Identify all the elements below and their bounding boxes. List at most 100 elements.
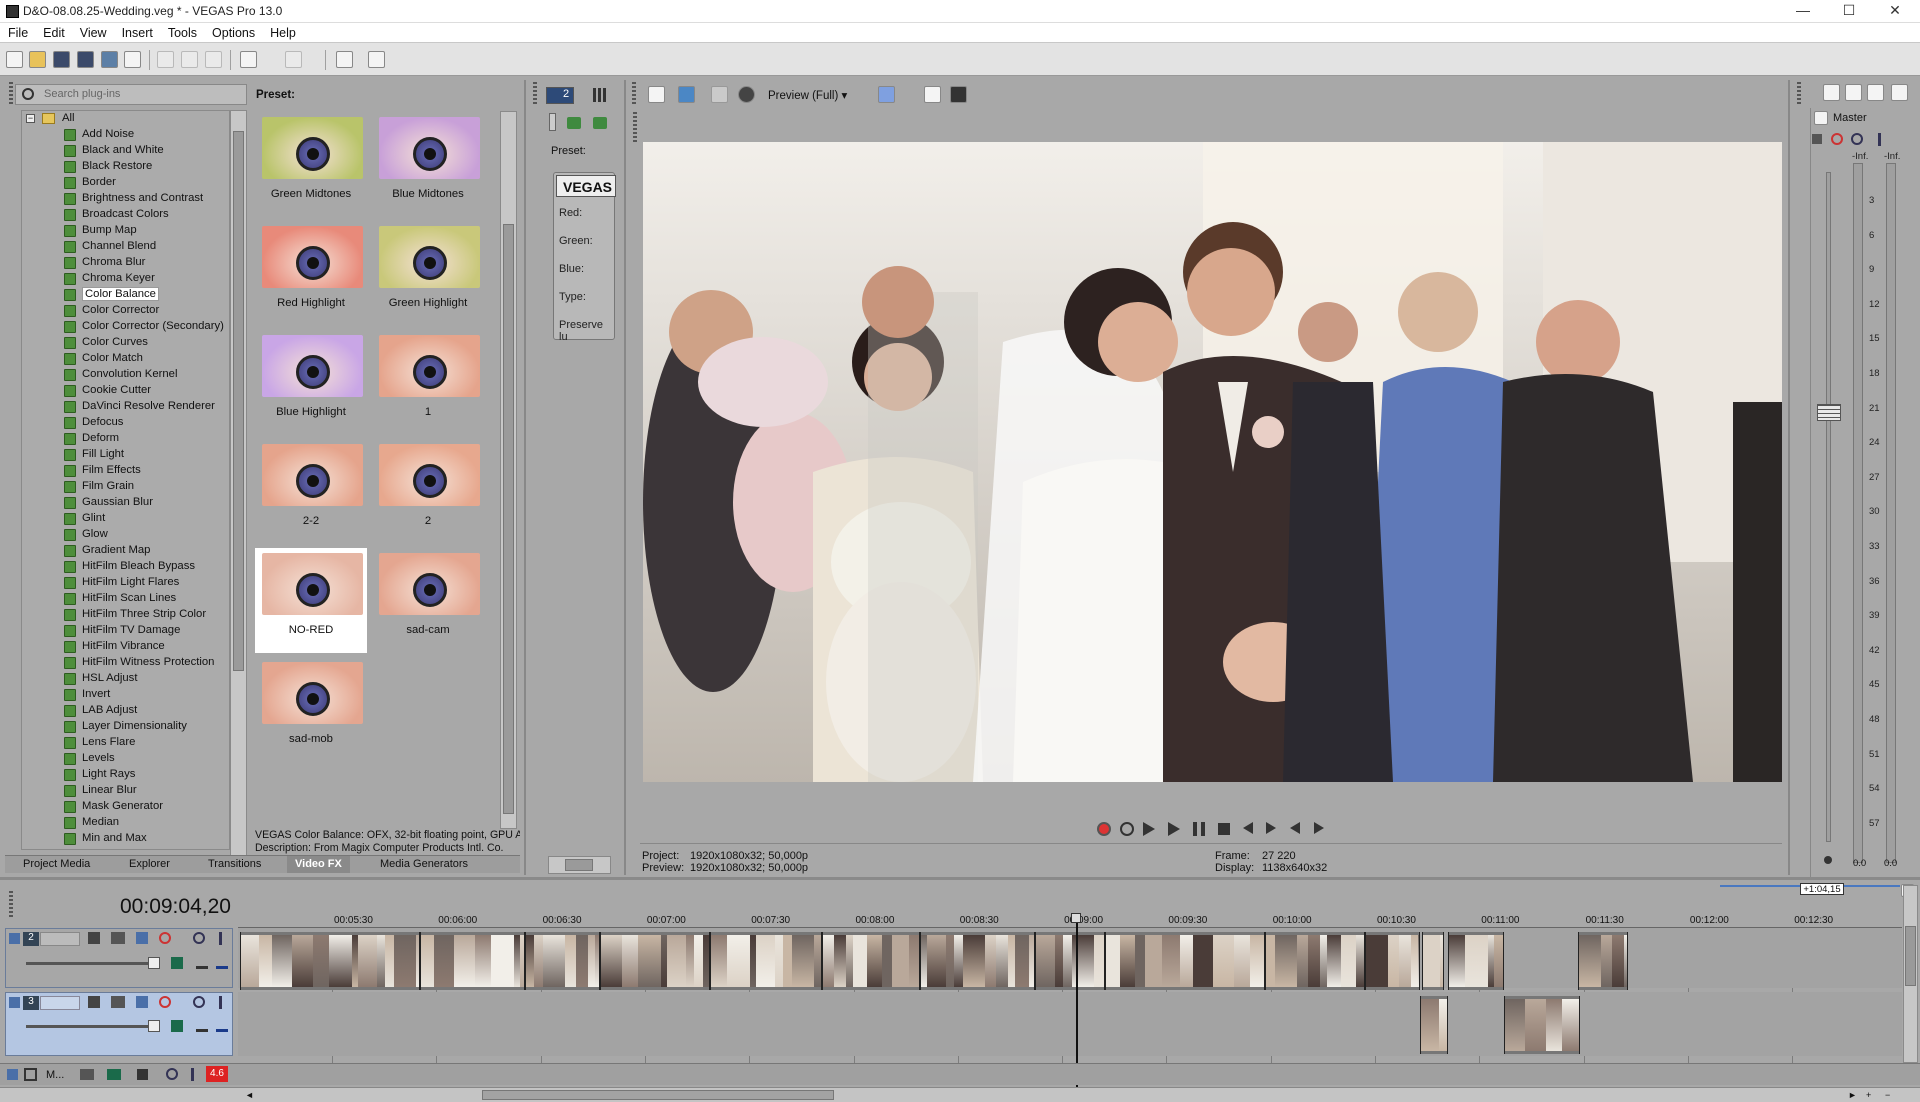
fx-horizontal-scrollbar[interactable]: [548, 856, 611, 874]
track-minimize-icon[interactable]: [9, 997, 20, 1008]
video-clip[interactable]: [1448, 932, 1504, 990]
scrollbar-thumb[interactable]: [565, 859, 593, 871]
plugin-item[interactable]: Mirror: [62, 848, 112, 849]
plugin-item[interactable]: HitFilm Scan Lines: [62, 592, 176, 608]
whats-this-help-icon[interactable]: [368, 51, 385, 68]
bus-minimize-icon[interactable]: [7, 1069, 18, 1080]
video-fx-icon[interactable]: [711, 86, 728, 103]
master-fx-bypass-icon[interactable]: [1831, 133, 1843, 145]
playhead-handle[interactable]: [1071, 913, 1081, 923]
menu-file[interactable]: File: [0, 23, 35, 40]
tab-transitions[interactable]: Transitions: [208, 858, 261, 870]
compositing-mode-icon[interactable]: [136, 932, 148, 944]
compositing-mode-icon[interactable]: [136, 996, 148, 1008]
stop-icon[interactable]: [1218, 823, 1230, 835]
preset-thumbnail[interactable]: NO-RED: [255, 548, 367, 653]
track-minimize-icon[interactable]: [9, 933, 20, 944]
blue-slider-label[interactable]: Blue:: [559, 263, 584, 275]
downmix-icon[interactable]: [1845, 84, 1862, 101]
copy-icon[interactable]: [181, 51, 198, 68]
next-frame-icon[interactable]: [1314, 822, 1324, 834]
save-icon[interactable]: [53, 51, 70, 68]
plugin-item[interactable]: HSL Adjust: [62, 672, 137, 688]
plugin-item[interactable]: Add Noise: [62, 128, 134, 144]
scroll-right-icon[interactable]: ►: [1848, 1090, 1857, 1100]
plugin-item[interactable]: HitFilm Three Strip Color: [62, 608, 206, 624]
dock-grip[interactable]: [9, 82, 13, 106]
timeline-splitter[interactable]: [0, 877, 1920, 880]
menu-insert[interactable]: Insert: [114, 23, 160, 40]
tab-explorer[interactable]: Explorer: [129, 858, 170, 870]
track-name-field[interactable]: [40, 932, 80, 946]
video-clip[interactable]: [1504, 996, 1580, 1054]
plugin-item[interactable]: Linear Blur: [62, 784, 137, 800]
plugin-item[interactable]: Glint: [62, 512, 105, 528]
tab-video-fx[interactable]: Video FX: [287, 856, 350, 873]
record-icon[interactable]: [1097, 822, 1111, 836]
external-monitor-icon[interactable]: [678, 86, 695, 103]
plugin-item[interactable]: Invert: [62, 688, 110, 704]
chain-handle[interactable]: [549, 113, 556, 131]
track-level-slider[interactable]: [26, 962, 151, 965]
overlays-icon[interactable]: [878, 86, 895, 103]
plugin-item[interactable]: HitFilm Bleach Bypass: [62, 560, 195, 576]
bus-fx-icon[interactable]: [80, 1069, 94, 1080]
video-clip[interactable]: [1422, 932, 1444, 990]
render-as-icon[interactable]: [101, 51, 118, 68]
plugin-item[interactable]: Mask Generator: [62, 800, 163, 816]
lock-icon[interactable]: [1824, 856, 1832, 864]
plugin-item[interactable]: Color Corrector: [62, 304, 159, 320]
plugin-item[interactable]: Gradient Map: [62, 544, 150, 560]
bus-mute-icon[interactable]: [166, 1068, 178, 1080]
plugin-item[interactable]: DaVinci Resolve Renderer: [62, 400, 215, 416]
save-snapshot-icon[interactable]: [950, 86, 967, 103]
tree-root-all[interactable]: All: [62, 112, 75, 124]
fx-bypass-icon[interactable]: [159, 996, 171, 1008]
maximize-button[interactable]: ☐: [1826, 0, 1872, 22]
dock-grip[interactable]: [633, 112, 637, 142]
scrollbar-thumb[interactable]: [1905, 926, 1916, 986]
pane-splitter[interactable]: [1788, 80, 1790, 875]
redo-icon[interactable]: [285, 51, 302, 68]
pane-splitter[interactable]: [524, 80, 526, 875]
video-clip[interactable]: [920, 932, 1035, 990]
solo-track-icon[interactable]: [219, 996, 222, 1009]
plugin-item[interactable]: Glow: [62, 528, 108, 544]
preset-thumbnail[interactable]: Green Highlight: [372, 221, 484, 326]
previous-frame-icon[interactable]: [1290, 822, 1300, 834]
preset-thumbnail[interactable]: sad-cam: [372, 548, 484, 653]
video-clip[interactable]: [1105, 932, 1265, 990]
track-name-field[interactable]: [40, 996, 80, 1010]
bus-composite-icon[interactable]: [137, 1069, 148, 1080]
mute-track-icon[interactable]: [193, 996, 205, 1008]
paste-icon[interactable]: [205, 51, 222, 68]
cut-icon[interactable]: [157, 51, 174, 68]
solo-track-icon[interactable]: [219, 932, 222, 945]
plugin-item[interactable]: Film Grain: [62, 480, 134, 496]
expand-collapse-icon[interactable]: [196, 1020, 208, 1032]
close-button[interactable]: ✕: [1872, 0, 1918, 22]
plugin-item[interactable]: Black and White: [62, 144, 164, 160]
video-clip[interactable]: [822, 932, 920, 990]
enable-snapping-icon[interactable]: [336, 51, 353, 68]
video-clip[interactable]: [1578, 932, 1628, 990]
preset-scrollbar[interactable]: [500, 111, 517, 829]
video-clip[interactable]: [1035, 932, 1105, 990]
plugin-item[interactable]: Broadcast Colors: [62, 208, 169, 224]
plugin-list-scrollbar[interactable]: [230, 110, 247, 856]
solo-icon[interactable]: [1878, 133, 1881, 146]
bus-solo-icon[interactable]: [191, 1068, 194, 1081]
split-screen-icon[interactable]: [738, 86, 755, 103]
master-bus-icon[interactable]: [1823, 84, 1840, 101]
preview-properties-icon[interactable]: [648, 86, 665, 103]
go-to-end-icon[interactable]: [1266, 822, 1276, 834]
red-slider-label[interactable]: Red:: [559, 207, 582, 219]
play-from-start-icon[interactable]: [1143, 822, 1155, 836]
plugin-item[interactable]: Film Effects: [62, 464, 141, 480]
plugin-item[interactable]: Chroma Keyer: [62, 272, 155, 288]
plugin-item[interactable]: Border: [62, 176, 116, 192]
plugin-item[interactable]: Brightness and Contrast: [62, 192, 203, 208]
parent-composite-icon[interactable]: [171, 957, 183, 969]
plugin-item[interactable]: Color Balance: [62, 287, 159, 304]
tab-project-media[interactable]: Project Media: [23, 858, 90, 870]
